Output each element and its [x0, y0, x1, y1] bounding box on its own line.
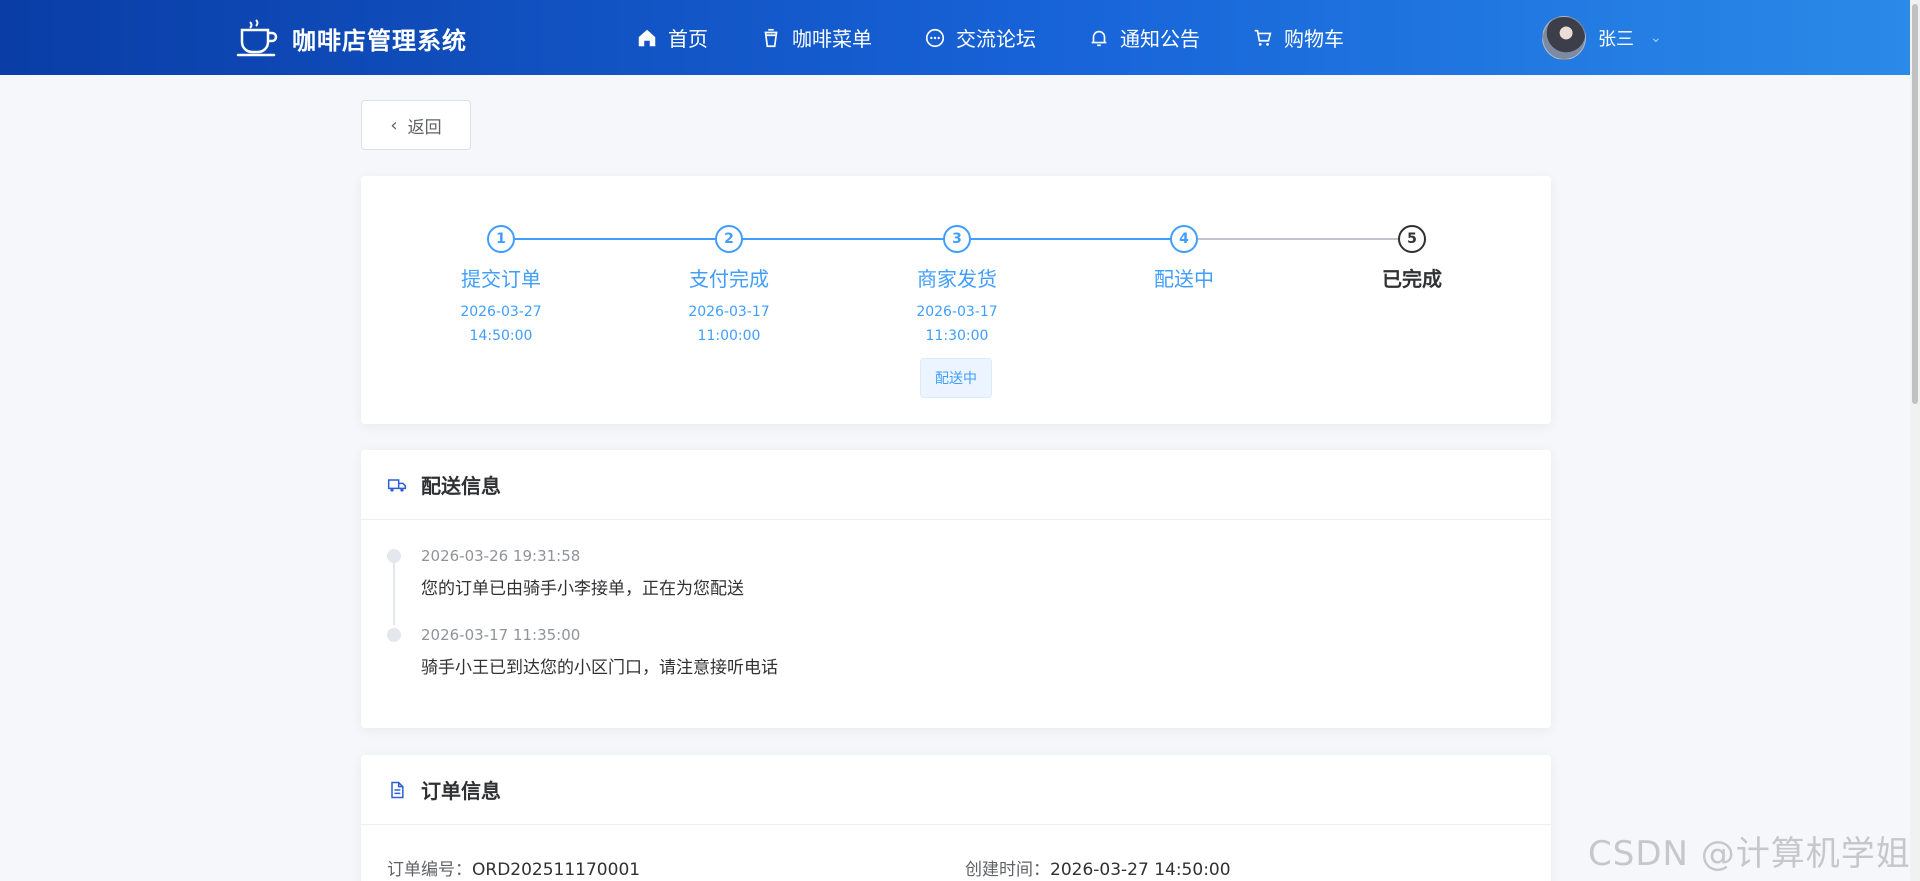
- watermark: CSDN @计算机学姐: [1588, 834, 1911, 874]
- page-scrollbar[interactable]: [1910, 0, 1920, 881]
- step-number: 1: [487, 225, 515, 253]
- scrollbar-thumb[interactable]: [1912, 4, 1918, 404]
- step-shipped: 3 商家发货 2026-03-17 11:30:00: [877, 200, 1037, 348]
- cart-icon: [1254, 29, 1272, 46]
- card-title: 配送信息: [421, 474, 501, 498]
- logo[interactable]: 咖啡店管理系统: [236, 18, 467, 58]
- timeline-dot: [387, 549, 401, 563]
- chat-icon: [925, 28, 945, 47]
- app-title: 咖啡店管理系统: [292, 26, 467, 55]
- timeline-line: [393, 563, 395, 625]
- step-submit-order: 1 提交订单 2026-03-27 14:50:00: [421, 200, 581, 348]
- nav-home-label: 首页: [668, 27, 708, 51]
- timeline-item: 2026-03-26 19:31:58 您的订单已由骑手小李接单，正在为您配送: [387, 546, 1487, 625]
- timeline-time: 2026-03-17 11:35:00: [421, 626, 581, 644]
- order-number: 订单编号：ORD202511170001: [387, 855, 640, 880]
- document-icon: [391, 781, 404, 798]
- step-date: 2026-03-17: [688, 304, 770, 320]
- step-title: 商家发货: [917, 267, 997, 291]
- step-time: 2026-03-27 14:50:00: [421, 300, 581, 348]
- step-time: 2026-03-17 11:00:00: [649, 300, 809, 348]
- step-title: 已完成: [1382, 267, 1442, 291]
- nav-forum[interactable]: 交流论坛: [924, 23, 1036, 52]
- step-payment-complete: 2 支付完成 2026-03-17 11:00:00: [649, 200, 809, 348]
- nav-coffee-menu-label: 咖啡菜单: [792, 27, 872, 51]
- coffee-cup-logo-icon: [236, 19, 278, 57]
- nav-forum-label: 交流论坛: [956, 27, 1036, 51]
- nav-cart-label: 购物车: [1284, 27, 1344, 51]
- delivery-card-header: 配送信息: [361, 450, 1551, 520]
- bell-icon: [1091, 30, 1107, 46]
- order-created-time: 创建时间：2026-03-27 14:50:00: [965, 855, 1231, 880]
- step-delivering: 4 配送中: [1104, 200, 1264, 292]
- main-nav: 首页 咖啡菜单 交流论坛 通知公告 购物车: [636, 0, 1396, 75]
- step-connector: [514, 238, 1195, 240]
- step-clock: 11:30:00: [925, 328, 989, 344]
- nav-home[interactable]: 首页: [636, 23, 708, 52]
- nav-coffee-menu[interactable]: 咖啡菜单: [760, 23, 872, 52]
- timeline-time: 2026-03-26 19:31:58: [421, 547, 581, 565]
- chevron-left-icon: ‹: [390, 114, 398, 136]
- delivery-info-card: 配送信息 2026-03-26 19:31:58 您的订单已由骑手小李接单，正在…: [361, 450, 1551, 728]
- step-completed: 5 已完成: [1332, 200, 1492, 292]
- step-title: 支付完成: [689, 267, 769, 291]
- timeline-text: 您的订单已由骑手小李接单，正在为您配送: [421, 579, 744, 599]
- step-clock: 14:50:00: [469, 328, 533, 344]
- delivery-timeline: 2026-03-26 19:31:58 您的订单已由骑手小李接单，正在为您配送 …: [387, 546, 1487, 704]
- step-date: 2026-03-17: [916, 304, 998, 320]
- back-button-label: 返回: [407, 117, 442, 138]
- order-number-value: ORD202511170001: [472, 860, 641, 880]
- user-name: 张三: [1598, 29, 1634, 50]
- step-title: 配送中: [1154, 267, 1214, 291]
- timeline-text: 骑手小王已到达您的小区门口，请注意接听电话: [421, 658, 778, 678]
- timeline-dot: [387, 628, 401, 642]
- chevron-down-icon[interactable]: ⌄: [1650, 30, 1662, 46]
- status-badge: 配送中: [920, 358, 992, 398]
- step-clock: 11:00:00: [697, 328, 761, 344]
- top-navbar: 咖啡店管理系统 首页 咖啡菜单 交流论坛 通知公告 购物车 张三 ⌄: [0, 0, 1910, 75]
- user-menu[interactable]: 张三 ⌄: [1542, 16, 1662, 60]
- created-time-label: 创建时间：: [965, 860, 1050, 880]
- step-time: 2026-03-17 11:30:00: [877, 300, 1037, 348]
- step-title: 提交订单: [461, 267, 541, 291]
- created-time-value: 2026-03-27 14:50:00: [1050, 860, 1231, 880]
- step-number: 5: [1398, 225, 1426, 253]
- step-date: 2026-03-27: [460, 304, 542, 320]
- step-number: 2: [715, 225, 743, 253]
- nav-cart[interactable]: 购物车: [1252, 23, 1344, 52]
- nav-notices-label: 通知公告: [1120, 27, 1200, 51]
- order-info-card: 订单信息 订单编号：ORD202511170001 创建时间：2026-03-2…: [361, 755, 1551, 881]
- back-button[interactable]: ‹ 返回: [361, 100, 471, 150]
- step-number: 4: [1170, 225, 1198, 253]
- home-icon: [638, 29, 656, 46]
- avatar[interactable]: [1542, 16, 1586, 60]
- step-number: 3: [943, 225, 971, 253]
- timeline-item: 2026-03-17 11:35:00 骑手小王已到达您的小区门口，请注意接听电…: [387, 625, 1487, 704]
- order-steps: 1 提交订单 2026-03-27 14:50:00 2 支付完成 2026-0…: [361, 200, 1551, 344]
- card-title: 订单信息: [421, 779, 501, 803]
- nav-notices[interactable]: 通知公告: [1088, 23, 1200, 52]
- cup-icon: [764, 28, 778, 47]
- order-card-header: 订单信息: [361, 755, 1551, 825]
- truck-icon: [387, 478, 407, 492]
- order-progress-card: 1 提交订单 2026-03-27 14:50:00 2 支付完成 2026-0…: [361, 176, 1551, 424]
- order-number-label: 订单编号：: [387, 860, 472, 880]
